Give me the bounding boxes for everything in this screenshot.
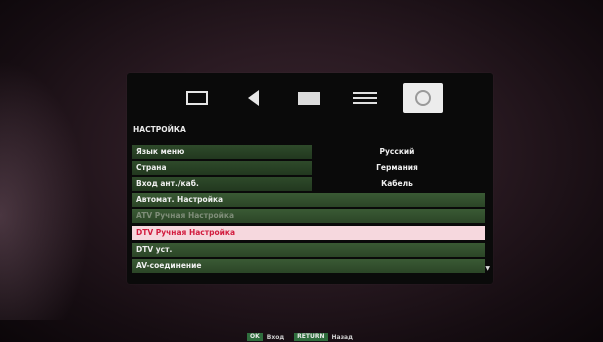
menu-item-dtv-settings[interactable]: DTV уст. [132, 243, 485, 257]
ok-key-label: Вход [266, 333, 285, 341]
menu-item-value-antenna-cable: Кабель [381, 179, 413, 188]
return-key-label: Назад [331, 333, 353, 341]
sound-icon[interactable] [233, 83, 273, 113]
menu-item-label: DTV уст. [136, 245, 173, 254]
picture-icon[interactable] [177, 83, 217, 113]
setup-menu-panel: НАСТРОЙКА Язык меню Русский Страна Герма… [127, 73, 493, 284]
menu-item-atv-manual-tuning[interactable]: ATV Ручная Настройка [132, 209, 485, 223]
menu-item-label: AV-соединение [136, 261, 202, 270]
menu-item-label: DTV Ручная Настройка [136, 228, 236, 237]
menu-item-value-country: Германия [376, 163, 418, 172]
screen-glare [0, 60, 90, 320]
menu-item-av-connection[interactable]: AV-соединение [132, 259, 485, 273]
menu-item-label: Страна [136, 163, 167, 172]
section-title: НАСТРОЙКА [133, 125, 186, 134]
menu-item-language[interactable]: Язык меню [132, 145, 312, 159]
channel-icon[interactable] [289, 83, 329, 113]
menu-item-value-language: Русский [379, 147, 415, 156]
menu-item-country[interactable]: Страна [132, 161, 312, 175]
menu-category-bar [177, 83, 447, 113]
menu-item-label: Вход ант./каб. [136, 179, 199, 188]
return-key-badge: RETURN [294, 333, 328, 341]
scroll-down-icon[interactable]: ▼ [485, 265, 490, 272]
menu-item-auto-tuning[interactable]: Автомат. Настройка [132, 193, 485, 207]
menu-item-label: Язык меню [136, 147, 185, 156]
menu-item-dtv-manual-tuning[interactable]: DTV Ручная Настройка [132, 226, 485, 240]
menu-item-antenna-cable[interactable]: Вход ант./каб. [132, 177, 312, 191]
options-icon[interactable] [345, 83, 385, 113]
menu-item-label: Автомат. Настройка [136, 195, 224, 204]
menu-item-label: ATV Ручная Настройка [136, 211, 235, 220]
footer-hints: OK Вход RETURN Назад [247, 333, 353, 341]
setup-icon[interactable] [403, 83, 443, 113]
ok-key-badge: OK [247, 333, 263, 341]
